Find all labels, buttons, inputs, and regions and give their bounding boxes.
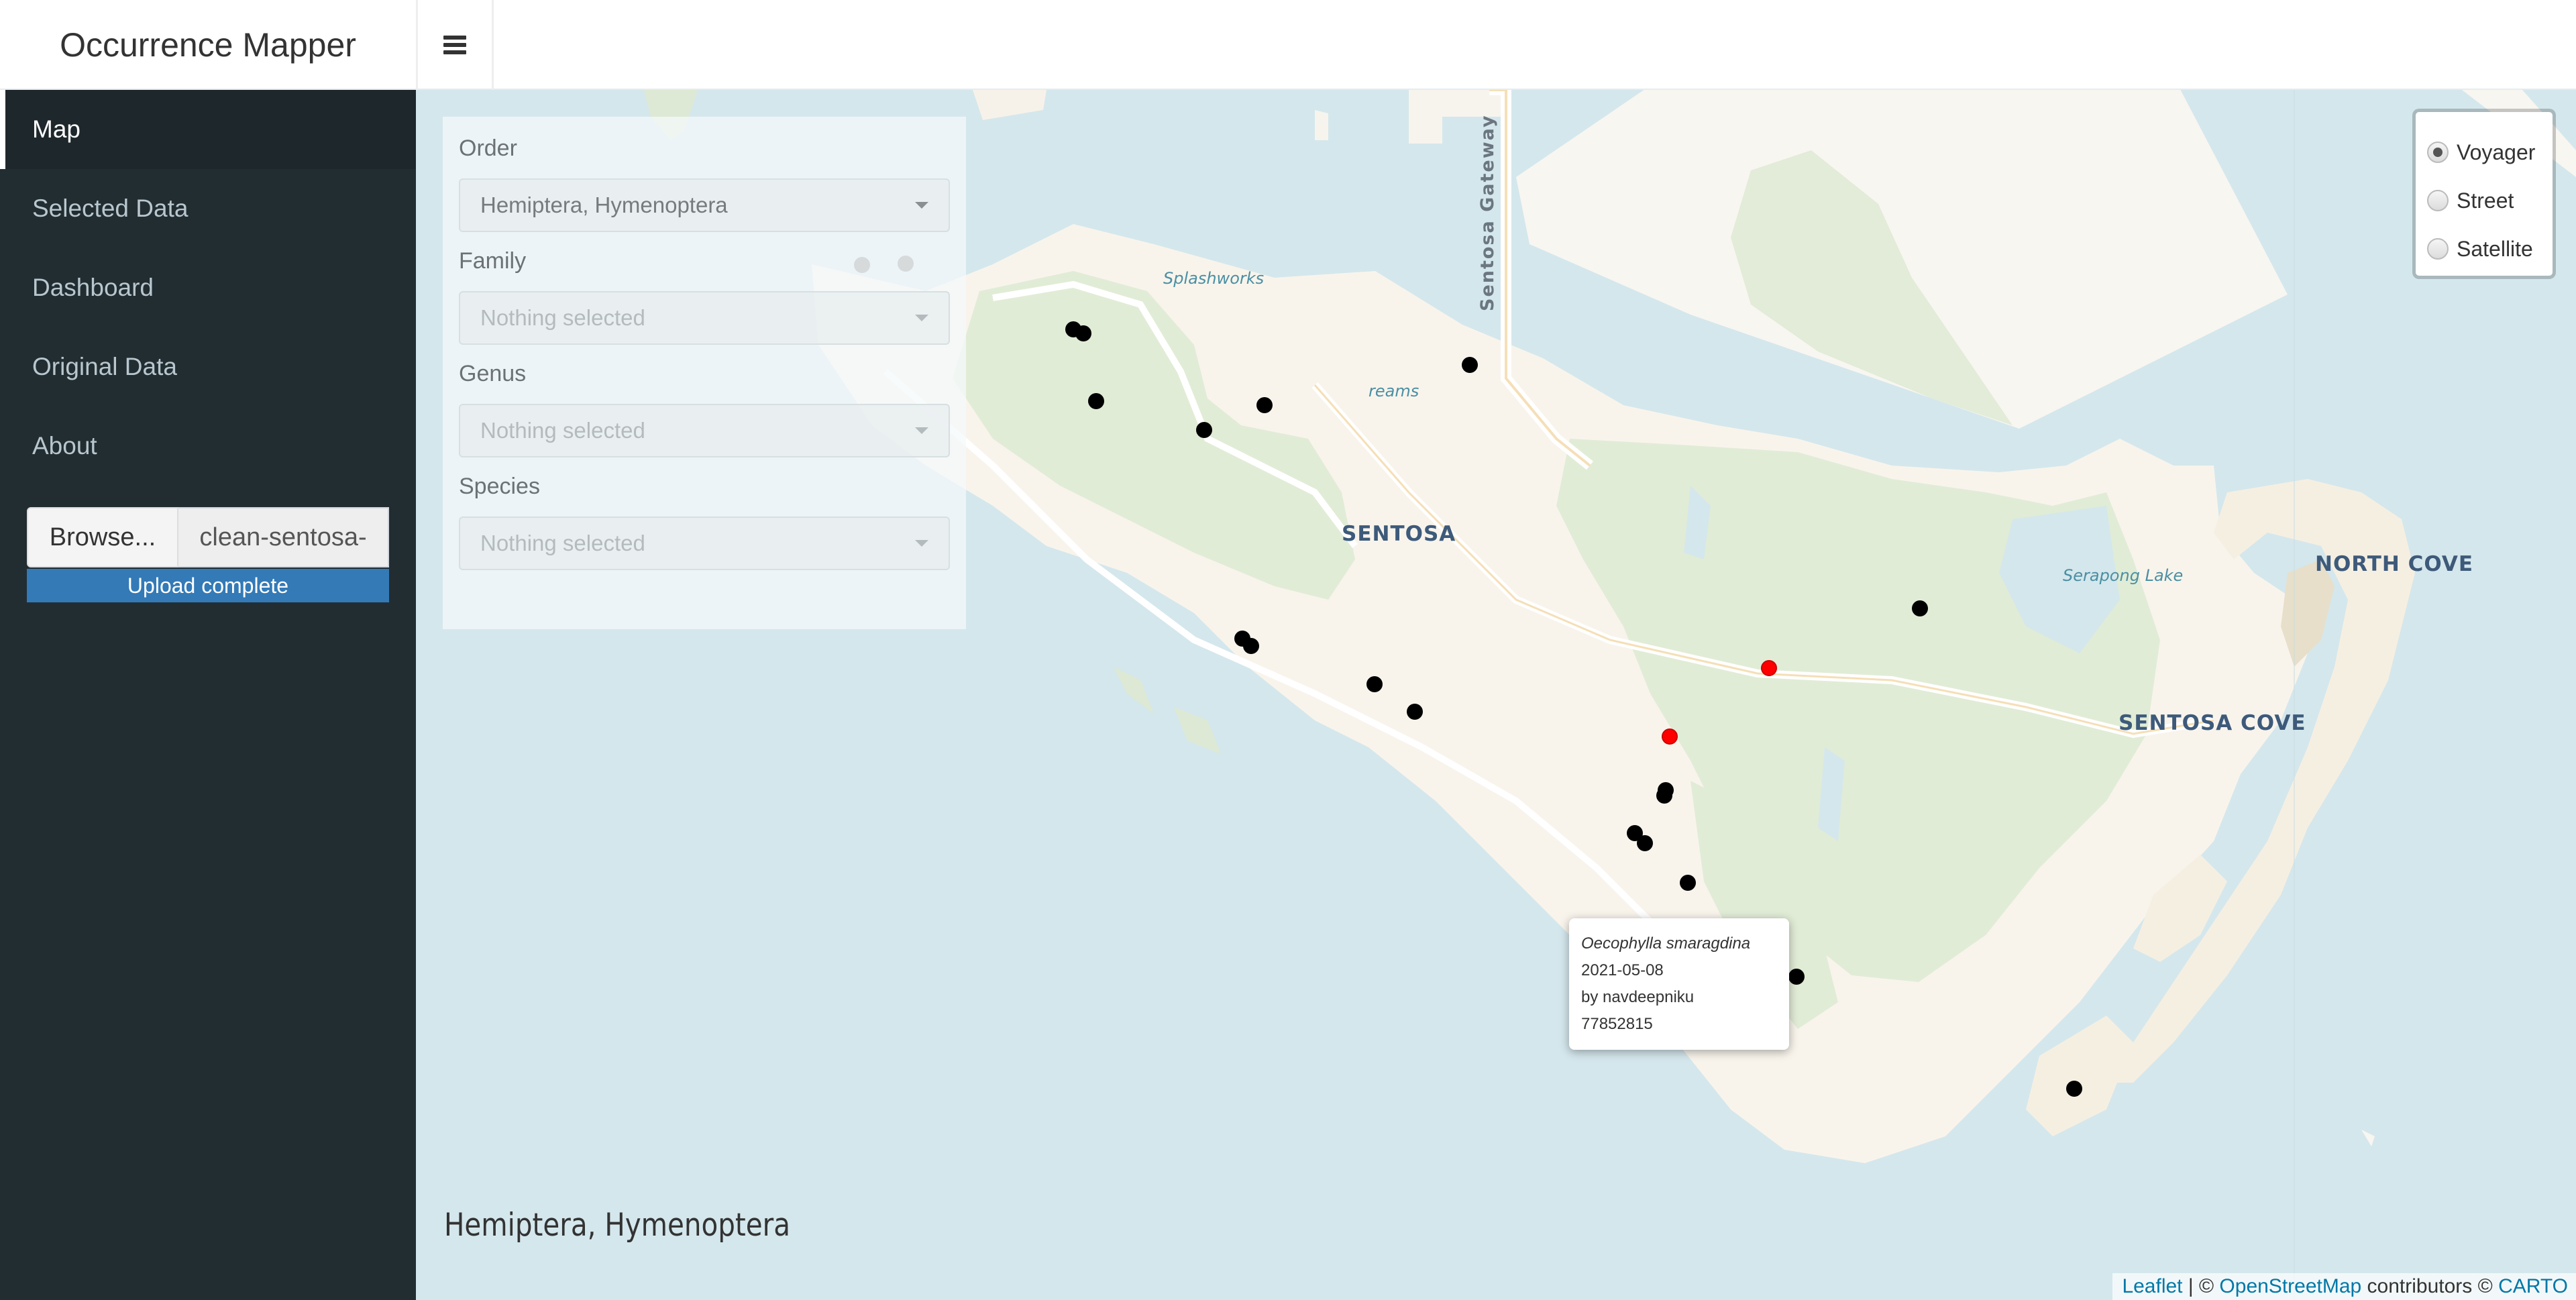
order-select-value: Hemiptera, Hymenoptera: [480, 193, 728, 217]
sidebar-item-original-data[interactable]: Original Data: [0, 327, 416, 407]
sidebar-item-dashboard[interactable]: Dashboard: [0, 248, 416, 327]
filter-label-genus: Genus: [459, 361, 527, 386]
basemap-layer-control: Voyager Street Satellite: [2412, 109, 2556, 279]
occurrence-marker[interactable]: [1075, 325, 1091, 341]
occurrence-marker[interactable]: [1196, 422, 1212, 438]
occurrence-marker[interactable]: [1462, 357, 1478, 373]
sidebar-toggle-button[interactable]: [416, 0, 494, 90]
popup-observer: by navdeepniku: [1581, 988, 1695, 1006]
layer-option-label: Street: [2457, 188, 2514, 213]
occurrence-marker[interactable]: [1256, 397, 1273, 413]
occurrence-marker[interactable]: [1680, 875, 1696, 891]
occurrence-marker[interactable]: [1243, 638, 1259, 654]
occurrence-marker[interactable]: [1637, 835, 1653, 851]
popup-record-id: 77852815: [1581, 1015, 1653, 1033]
sidebar-item-map[interactable]: Map: [0, 90, 416, 169]
sidebar-item-label: Original Data: [32, 353, 177, 380]
map-label-north-cove: NORTH COVE: [2315, 552, 2474, 576]
map-label-sentosa-gateway: Sentosa Gateway: [1477, 114, 1498, 311]
family-select[interactable]: Nothing selected: [459, 291, 950, 345]
family-select-value: Nothing selected: [480, 305, 645, 330]
occurrence-marker[interactable]: [1912, 600, 1928, 616]
layer-option-label: Voyager: [2457, 140, 2536, 164]
file-upload-input: Browse... clean-sentosa-: [27, 507, 389, 567]
filter-label-order: Order: [459, 136, 517, 161]
openstreetmap-link[interactable]: OpenStreetMap: [2219, 1275, 2361, 1298]
genus-select-value: Nothing selected: [480, 418, 645, 443]
occurrence-popup: Oecophylla smaragdina 2021-05-08 by navd…: [1569, 918, 1789, 1050]
browse-button[interactable]: Browse...: [27, 507, 178, 567]
popup-species-name: Oecophylla smaragdina: [1581, 934, 1751, 953]
occurrence-marker[interactable]: [1656, 788, 1672, 804]
filter-label-species: Species: [459, 474, 540, 499]
sidebar-item-label: Dashboard: [32, 274, 154, 301]
hamburger-icon: [443, 36, 466, 54]
occurrence-marker-selected[interactable]: [1788, 969, 1805, 985]
radio-button[interactable]: [2427, 238, 2449, 260]
radio-button-checked[interactable]: [2427, 142, 2449, 163]
occurrence-marker-highlighted[interactable]: [1761, 660, 1777, 676]
species-select[interactable]: Nothing selected: [459, 517, 950, 570]
layer-option-voyager[interactable]: Voyager: [2416, 128, 2553, 176]
sidebar-item-about[interactable]: About: [0, 407, 416, 486]
attribution-separator: | ©: [2182, 1275, 2220, 1297]
selection-title: Hemiptera, Hymenoptera: [444, 1207, 790, 1244]
species-select-value: Nothing selected: [480, 531, 645, 555]
layer-option-label: Satellite: [2457, 236, 2533, 261]
map-view[interactable]: SENTOSA SENTOSA COVE NORTH COVE Serapong…: [416, 90, 2576, 1300]
map-label-dreams: reams: [1368, 382, 1419, 400]
sidebar-item-label: Map: [32, 115, 80, 143]
chevron-down-icon: [915, 315, 928, 321]
sidebar-item-label: Selected Data: [32, 195, 189, 222]
leaflet-link[interactable]: Leaflet: [2122, 1275, 2182, 1298]
occurrence-marker[interactable]: [1088, 393, 1104, 409]
occurrence-marker[interactable]: [1407, 704, 1423, 720]
popup-date: 2021-05-08: [1581, 961, 1664, 979]
layer-option-satellite[interactable]: Satellite: [2416, 225, 2553, 273]
app-title: Occurrence Mapper: [60, 26, 356, 64]
sidebar-item-label: About: [32, 432, 97, 459]
sidebar: Map Selected Data Dashboard Original Dat…: [0, 90, 416, 1300]
occurrence-marker[interactable]: [2066, 1081, 2082, 1097]
upload-progress-bar: Upload complete: [27, 569, 389, 602]
map-attribution: Leaflet | © OpenStreetMap contributors ©…: [2112, 1273, 2576, 1300]
carto-link[interactable]: CARTO: [2498, 1275, 2568, 1298]
sidebar-item-selected-data[interactable]: Selected Data: [0, 169, 416, 248]
occurrence-marker-highlighted[interactable]: [1662, 728, 1678, 745]
chevron-down-icon: [915, 540, 928, 547]
attribution-contributors: contributors ©: [2361, 1275, 2499, 1297]
order-select[interactable]: Hemiptera, Hymenoptera: [459, 178, 950, 232]
taxonomy-filter-panel: Order Hemiptera, Hymenoptera Family Noth…: [443, 117, 966, 629]
layer-option-street[interactable]: Street: [2416, 176, 2553, 225]
filter-label-family: Family: [459, 248, 527, 274]
occurrence-marker[interactable]: [1366, 676, 1383, 692]
chevron-down-icon: [915, 202, 928, 209]
file-name-field[interactable]: clean-sentosa-: [178, 507, 389, 567]
chevron-down-icon: [915, 427, 928, 434]
map-label-serapong-lake: Serapong Lake: [2063, 566, 2184, 585]
map-label-splashworks: Splashworks: [1163, 269, 1265, 288]
app-header: Occurrence Mapper: [0, 0, 2576, 90]
radio-button[interactable]: [2427, 190, 2449, 211]
genus-select[interactable]: Nothing selected: [459, 404, 950, 457]
map-label-sentosa-cove: SENTOSA COVE: [2118, 711, 2306, 735]
map-label-sentosa: SENTOSA: [1342, 522, 1456, 546]
